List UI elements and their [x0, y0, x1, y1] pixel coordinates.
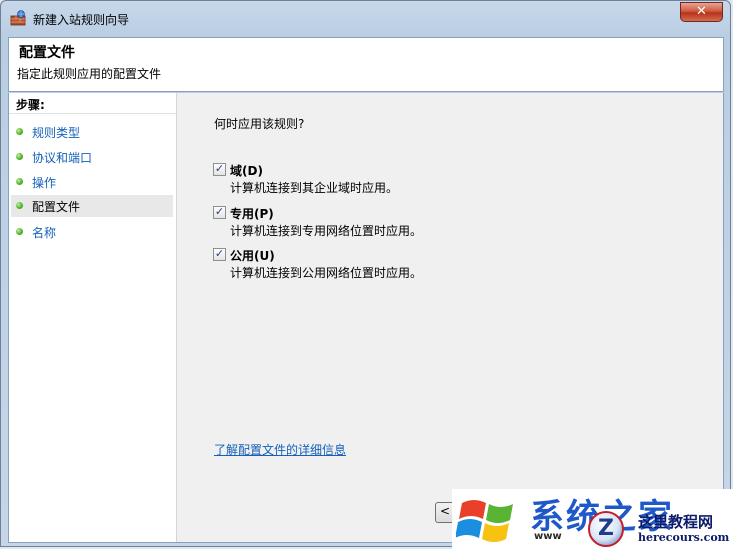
- private-checkbox[interactable]: ✓: [213, 205, 226, 219]
- watermark-badge: Z: [588, 511, 624, 547]
- option-description: 计算机连接到其企业域时应用。: [230, 181, 399, 195]
- step-bullet-icon: [16, 128, 23, 135]
- firewall-wall-icon: [10, 10, 26, 26]
- option-description: 计算机连接到专用网络位置时应用。: [230, 224, 423, 238]
- wizard-window: 新建入站规则向导 ✕ 配置文件 指定此规则应用的配置文件 步骤: 规则类型 协议…: [0, 0, 731, 547]
- option-description: 计算机连接到公用网络位置时应用。: [230, 266, 423, 280]
- steps-panel: 步骤: 规则类型 协议和端口 操作 配置文件 名称: [9, 93, 177, 542]
- step-bullet-icon: [16, 202, 23, 209]
- option-label[interactable]: 专用(P): [230, 205, 274, 222]
- public-checkbox[interactable]: ✓: [213, 247, 226, 261]
- step-label: 配置文件: [32, 200, 81, 214]
- option-label[interactable]: 公用(U): [230, 247, 275, 264]
- step-label[interactable]: 名称: [32, 224, 56, 241]
- step-name[interactable]: 名称: [11, 221, 173, 243]
- steps-heading: 步骤:: [16, 98, 45, 112]
- wizard-header: 配置文件 指定此规则应用的配置文件: [8, 37, 724, 92]
- page-subtitle: 指定此规则应用的配置文件: [17, 67, 162, 81]
- steps-divider: [9, 113, 176, 114]
- step-label[interactable]: 规则类型: [32, 124, 80, 141]
- learn-more-link[interactable]: 了解配置文件的详细信息: [214, 441, 346, 458]
- step-bullet-icon: [16, 153, 23, 160]
- watermark-site-name: 这里教程网: [638, 513, 714, 531]
- windows-flag-logo-icon: [456, 500, 513, 542]
- watermark-url-prefix: www: [534, 531, 562, 542]
- step-action[interactable]: 操作: [11, 171, 173, 193]
- wizard-content: 步骤: 规则类型 协议和端口 操作 配置文件 名称 何时应用该规则? ✓ 域(D…: [8, 93, 724, 543]
- step-protocol-ports[interactable]: 协议和端口: [11, 146, 173, 168]
- step-label[interactable]: 操作: [32, 174, 56, 191]
- step-bullet-icon: [16, 228, 23, 235]
- close-button[interactable]: ✕: [680, 2, 723, 22]
- domain-checkbox[interactable]: ✓: [213, 162, 226, 176]
- step-profile[interactable]: 配置文件: [11, 195, 173, 217]
- step-label[interactable]: 协议和端口: [32, 149, 92, 166]
- checkmark-icon: ✓: [214, 247, 225, 260]
- watermark-overlay: 系统之家 www Z 这里教程网 herecours.com: [452, 489, 733, 549]
- window-title: 新建入站规则向导: [33, 13, 130, 27]
- checkmark-icon: ✓: [214, 205, 225, 218]
- option-label[interactable]: 域(D): [230, 162, 263, 179]
- page-title: 配置文件: [19, 45, 75, 61]
- question-text: 何时应用该规则?: [214, 117, 305, 131]
- watermark-site-url: herecours.com: [638, 531, 730, 544]
- watermark-badge-letter: Z: [598, 516, 614, 541]
- checkmark-icon: ✓: [214, 162, 225, 175]
- step-rule-type[interactable]: 规则类型: [11, 121, 173, 143]
- close-icon: ✕: [696, 4, 707, 19]
- main-panel: 何时应用该规则? ✓ 域(D) 计算机连接到其企业域时应用。 ✓ 专用(P) 计…: [177, 93, 723, 542]
- step-bullet-icon: [16, 178, 23, 185]
- title-bar[interactable]: 新建入站规则向导 ✕: [1, 1, 730, 35]
